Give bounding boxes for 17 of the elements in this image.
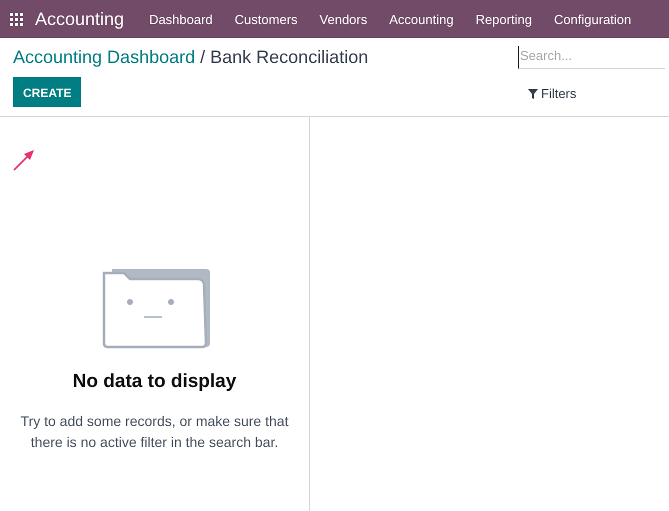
menu-item[interactable]: Configuration [542, 12, 642, 26]
menu-item[interactable]: Vendors [308, 12, 378, 26]
search-field[interactable]: Search... [518, 46, 665, 69]
app-name[interactable]: Accounting [35, 8, 124, 30]
empty-title: No data to display [72, 371, 236, 393]
create-button[interactable]: CREATE [13, 77, 82, 107]
arrow-icon [12, 148, 36, 172]
menu-item[interactable]: Accounting [378, 12, 465, 26]
filter-icon [528, 88, 538, 98]
breadcrumb-link[interactable]: Accounting Dashboard [13, 47, 196, 67]
menu-item[interactable]: Reporting [464, 12, 543, 26]
breadcrumb-current: / Bank Reconciliation [199, 47, 368, 67]
empty-message: Try to add some records, or make sure that there is no active filter in the search bar. [20, 412, 290, 452]
menu-item[interactable]: Dashboard [138, 12, 224, 26]
filters-button[interactable]: Filters [528, 86, 669, 101]
menu-item[interactable]: Customers [224, 12, 309, 26]
apps-menu-icon[interactable] [10, 12, 23, 26]
